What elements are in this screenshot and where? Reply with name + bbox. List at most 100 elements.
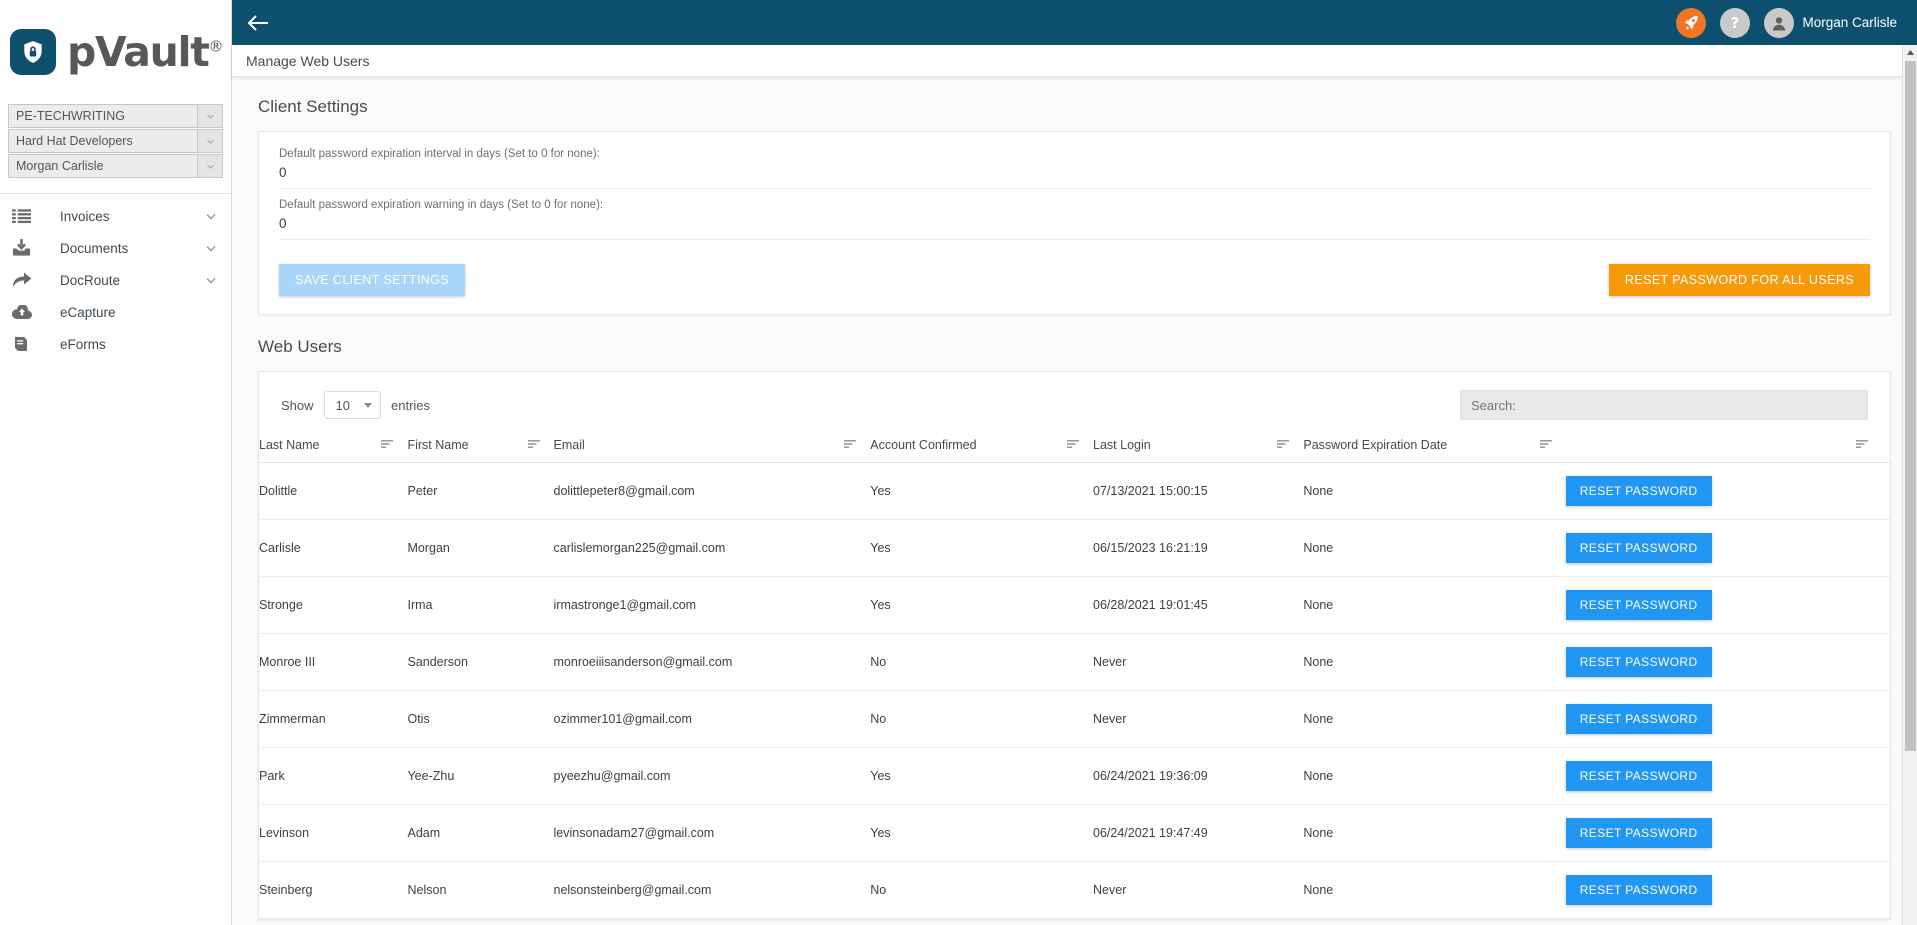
scrollbar-thumb[interactable] [1905, 61, 1916, 751]
column-label: Email [553, 438, 585, 452]
reset-password-button[interactable]: RESET PASSWORD [1565, 704, 1712, 734]
cell-actions: RESET PASSWORD [1565, 861, 1890, 919]
chevron-down-icon[interactable] [205, 210, 217, 222]
client-settings-actions: SAVE CLIENT SETTINGS RESET PASSWORD FOR … [259, 250, 1890, 314]
column-header-first-name[interactable]: First Name [407, 430, 554, 463]
cell-last-login: Never [1093, 690, 1304, 748]
page-size-select[interactable]: 10 [323, 391, 381, 419]
selector-group-label: Hard Hat Developers [16, 134, 133, 148]
selector-user[interactable]: Morgan Carlisle [8, 154, 223, 178]
cell-password-expiration-date: None [1303, 519, 1566, 577]
main-area: ? Morgan Carlisle Manage Web Users Clien… [232, 0, 1917, 925]
selector-user-label: Morgan Carlisle [16, 159, 104, 173]
cell-account-confirmed: Yes [870, 747, 1094, 805]
cell-last-name: Steinberg [259, 861, 408, 919]
sidebar-divider [0, 193, 231, 194]
cell-actions: RESET PASSWORD [1565, 804, 1890, 862]
sort-icon[interactable] [1856, 438, 1868, 452]
cell-password-expiration-date: None [1303, 804, 1566, 862]
user-name-label: Morgan Carlisle [1802, 15, 1897, 30]
cell-last-login: Never [1093, 861, 1304, 919]
download-icon [12, 239, 40, 257]
content-inner: Client Settings Default password expirat… [232, 77, 1917, 920]
sort-icon[interactable] [1277, 438, 1290, 452]
chevron-down-icon[interactable] [205, 274, 217, 286]
chevron-down-icon[interactable] [197, 130, 222, 152]
context-selectors: PE-TECHWRITING Hard Hat Developers Morga… [0, 104, 231, 179]
topbar-actions: ? Morgan Carlisle [1676, 7, 1905, 38]
cell-email: monroeiiisanderson@gmail.com [553, 633, 871, 691]
column-header-last-login[interactable]: Last Login [1093, 430, 1304, 463]
cell-last-login: 06/24/2021 19:36:09 [1093, 747, 1304, 805]
selector-group[interactable]: Hard Hat Developers [8, 129, 223, 153]
sidebar-item-documents[interactable]: Documents [0, 232, 231, 264]
cell-password-expiration-date: None [1303, 633, 1566, 691]
web-users-section: Web Users Show 10 entries Search: Last N… [258, 337, 1891, 920]
chevron-down-icon [364, 402, 372, 408]
page-size-value: 10 [335, 397, 350, 413]
column-label: Last Name [259, 438, 320, 452]
cell-first-name: Nelson [407, 861, 554, 919]
column-header-last-name[interactable]: Last Name [259, 430, 408, 463]
web-users-title: Web Users [258, 337, 342, 356]
page-scrollbar[interactable] [1902, 45, 1917, 925]
rocket-icon[interactable] [1676, 7, 1707, 38]
column-header-account-confirmed[interactable]: Account Confirmed [870, 430, 1094, 463]
user-menu[interactable]: Morgan Carlisle [1764, 7, 1897, 38]
cell-last-login: 06/15/2023 16:21:19 [1093, 519, 1304, 577]
reset-password-button[interactable]: RESET PASSWORD [1565, 533, 1712, 563]
password-expiration-interval-input[interactable]: 0 [279, 165, 1870, 180]
question-mark-icon[interactable]: ? [1720, 7, 1751, 38]
sidebar-item-docroute[interactable]: DocRoute [0, 264, 231, 296]
column-label: Account Confirmed [870, 438, 977, 452]
sidebar-nav: Invoices Documents DocRoute eCapture eFo… [0, 200, 231, 360]
password-expiration-warning-label: Default password expiration warning in d… [279, 199, 604, 211]
save-client-settings-button[interactable]: SAVE CLIENT SETTINGS [279, 264, 466, 296]
cell-first-name: Sanderson [407, 633, 554, 691]
sort-icon[interactable] [1539, 438, 1552, 452]
cloud-upload-icon [12, 304, 40, 320]
sort-icon[interactable] [381, 438, 394, 452]
reset-password-all-users-button[interactable]: RESET PASSWORD FOR ALL USERS [1608, 264, 1870, 296]
back-arrow-icon[interactable] [246, 8, 276, 38]
reset-password-button[interactable]: RESET PASSWORD [1565, 875, 1712, 905]
password-expiration-warning-input[interactable]: 0 [279, 216, 1870, 231]
column-header-password-expiration-date[interactable]: Password Expiration Date [1303, 430, 1566, 463]
selector-client[interactable]: PE-TECHWRITING [8, 104, 223, 128]
page-content: Client Settings Default password expirat… [232, 77, 1917, 925]
cell-account-confirmed: No [870, 690, 1094, 748]
sidebar-item-ecapture[interactable]: eCapture [0, 296, 231, 328]
column-header-email[interactable]: Email [553, 430, 871, 463]
cell-password-expiration-date: None [1303, 462, 1566, 520]
cell-email: irmastronge1@gmail.com [553, 576, 871, 634]
sort-icon[interactable] [527, 438, 540, 452]
client-settings-title: Client Settings [258, 97, 368, 116]
reset-password-button[interactable]: RESET PASSWORD [1565, 590, 1712, 620]
breadcrumb: Manage Web Users [232, 45, 1917, 77]
search-input[interactable] [1460, 390, 1868, 420]
chevron-down-icon[interactable] [205, 242, 217, 254]
sidebar-item-label: Documents [60, 240, 129, 256]
sort-icon[interactable] [844, 438, 857, 452]
sort-icon[interactable] [1067, 438, 1080, 452]
reset-password-button[interactable]: RESET PASSWORD [1565, 761, 1712, 791]
table-header-row: Last Name First Name Email Account Confi… [259, 430, 1890, 463]
sidebar-item-eforms[interactable]: eForms [0, 328, 231, 360]
column-header-actions[interactable] [1565, 430, 1890, 463]
page-size-control: Show 10 entries [281, 391, 430, 419]
table-head: Last Name First Name Email Account Confi… [259, 430, 1890, 463]
chevron-down-icon[interactable] [197, 105, 222, 127]
chevron-down-icon[interactable] [197, 155, 222, 177]
application-root: pVault® PE-TECHWRITING Hard Hat Develope… [0, 0, 1917, 925]
svg-text:?: ? [1731, 14, 1740, 32]
list-icon [12, 208, 40, 224]
brand-logo[interactable]: pVault® [0, 0, 231, 104]
book-icon [12, 335, 40, 353]
table-row: Stronge Irma irmastronge1@gmail.com Yes 06/2… [259, 576, 1890, 634]
show-label: Show [281, 397, 314, 413]
reset-password-button[interactable]: RESET PASSWORD [1565, 476, 1712, 506]
reset-password-button[interactable]: RESET PASSWORD [1565, 647, 1712, 677]
scroll-up-arrow-icon[interactable] [1903, 45, 1917, 59]
sidebar-item-invoices[interactable]: Invoices [0, 200, 231, 232]
reset-password-button[interactable]: RESET PASSWORD [1565, 818, 1712, 848]
